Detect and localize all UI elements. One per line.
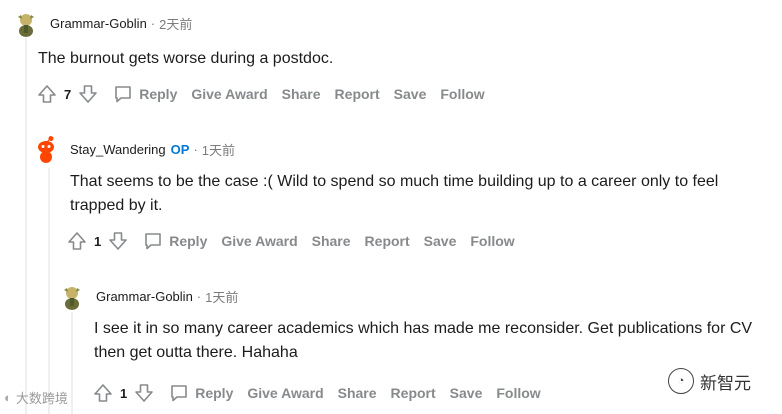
avatar[interactable]	[12, 9, 40, 37]
reply-bubble-icon	[145, 233, 162, 250]
comment-3: Grammar-Goblin · 1天前 I see it in so many…	[58, 281, 772, 407]
snoo-avatar-icon	[38, 136, 54, 163]
comment-header: Stay_Wandering OP · 1天前	[32, 134, 772, 164]
follow-button[interactable]: Follow	[440, 86, 484, 102]
downvote-icon[interactable]	[107, 230, 129, 252]
reply-bubble-icon	[115, 86, 132, 103]
author-name[interactable]: Grammar-Goblin	[96, 289, 193, 304]
watermark-left-text: 大数跨境	[15, 391, 68, 406]
follow-button[interactable]: Follow	[470, 233, 514, 249]
timestamp[interactable]: 1天前	[202, 140, 235, 159]
timestamp[interactable]: 2天前	[159, 14, 192, 33]
watermark-left: ◐ 大数跨境	[4, 388, 68, 407]
follow-button[interactable]: Follow	[496, 385, 540, 401]
reply-label: Reply	[195, 385, 234, 401]
upvote-icon[interactable]	[36, 83, 58, 105]
share-button[interactable]: Share	[338, 385, 377, 401]
comment-header: Grammar-Goblin · 1天前	[58, 281, 772, 311]
report-button[interactable]: Report	[391, 385, 436, 401]
comment-actions: 7 Reply Give Award Share Report Save Fol…	[36, 80, 772, 108]
downvote-icon[interactable]	[133, 382, 155, 404]
separator-dot: ·	[196, 288, 202, 304]
op-badge: OP	[170, 141, 190, 157]
report-button[interactable]: Report	[365, 233, 410, 249]
downvote-icon[interactable]	[77, 83, 99, 105]
vote-score: 1	[94, 233, 102, 249]
share-button[interactable]: Share	[282, 86, 321, 102]
comment-body: The burnout gets worse during a postdoc.	[38, 50, 334, 67]
comment-actions: 1 Reply Give Award Share Report Save Fol…	[66, 227, 772, 255]
comment-body: That seems to be the case :( Wild to spe…	[70, 173, 719, 214]
goblin-avatar-icon	[64, 287, 80, 310]
watermark-right-text: 新智元	[700, 373, 751, 393]
save-button[interactable]: Save	[394, 86, 427, 102]
reply-button[interactable]: Reply	[113, 84, 177, 104]
comment-body: I see it in so many career academics whi…	[94, 320, 753, 361]
reply-bubble-icon	[171, 385, 188, 402]
timestamp[interactable]: 1天前	[205, 287, 238, 306]
give-award-button[interactable]: Give Award	[221, 233, 297, 249]
give-award-button[interactable]: Give Award	[191, 86, 267, 102]
reply-button[interactable]: Reply	[143, 231, 207, 251]
separator-dot: ·	[150, 15, 156, 31]
reply-button[interactable]: Reply	[169, 383, 233, 403]
give-award-button[interactable]: Give Award	[247, 385, 323, 401]
comment-2: Stay_Wandering OP · 1天前 That seems to be…	[32, 134, 772, 255]
goblin-avatar-icon	[18, 14, 34, 37]
reply-label: Reply	[169, 233, 208, 249]
report-button[interactable]: Report	[335, 86, 380, 102]
author-name[interactable]: Grammar-Goblin	[50, 16, 147, 31]
save-button[interactable]: Save	[450, 385, 483, 401]
watermark-right: ◔ 新智元	[668, 368, 751, 394]
vote-score: 7	[64, 86, 72, 102]
avatar[interactable]	[58, 282, 86, 310]
watermark-logo-icon: ◐	[4, 390, 12, 405]
comment-header: Grammar-Goblin · 2天前	[12, 8, 772, 38]
comment-1: Grammar-Goblin · 2天前 The burnout gets wo…	[12, 8, 772, 108]
upvote-icon[interactable]	[66, 230, 88, 252]
save-button[interactable]: Save	[424, 233, 457, 249]
wechat-logo-icon: ◔	[668, 368, 694, 394]
avatar[interactable]	[32, 135, 60, 163]
vote-score: 1	[120, 385, 128, 401]
separator-dot: ·	[193, 141, 198, 157]
upvote-icon[interactable]	[92, 382, 114, 404]
reply-label: Reply	[139, 86, 178, 102]
share-button[interactable]: Share	[312, 233, 351, 249]
author-name[interactable]: Stay_Wandering	[70, 142, 166, 157]
